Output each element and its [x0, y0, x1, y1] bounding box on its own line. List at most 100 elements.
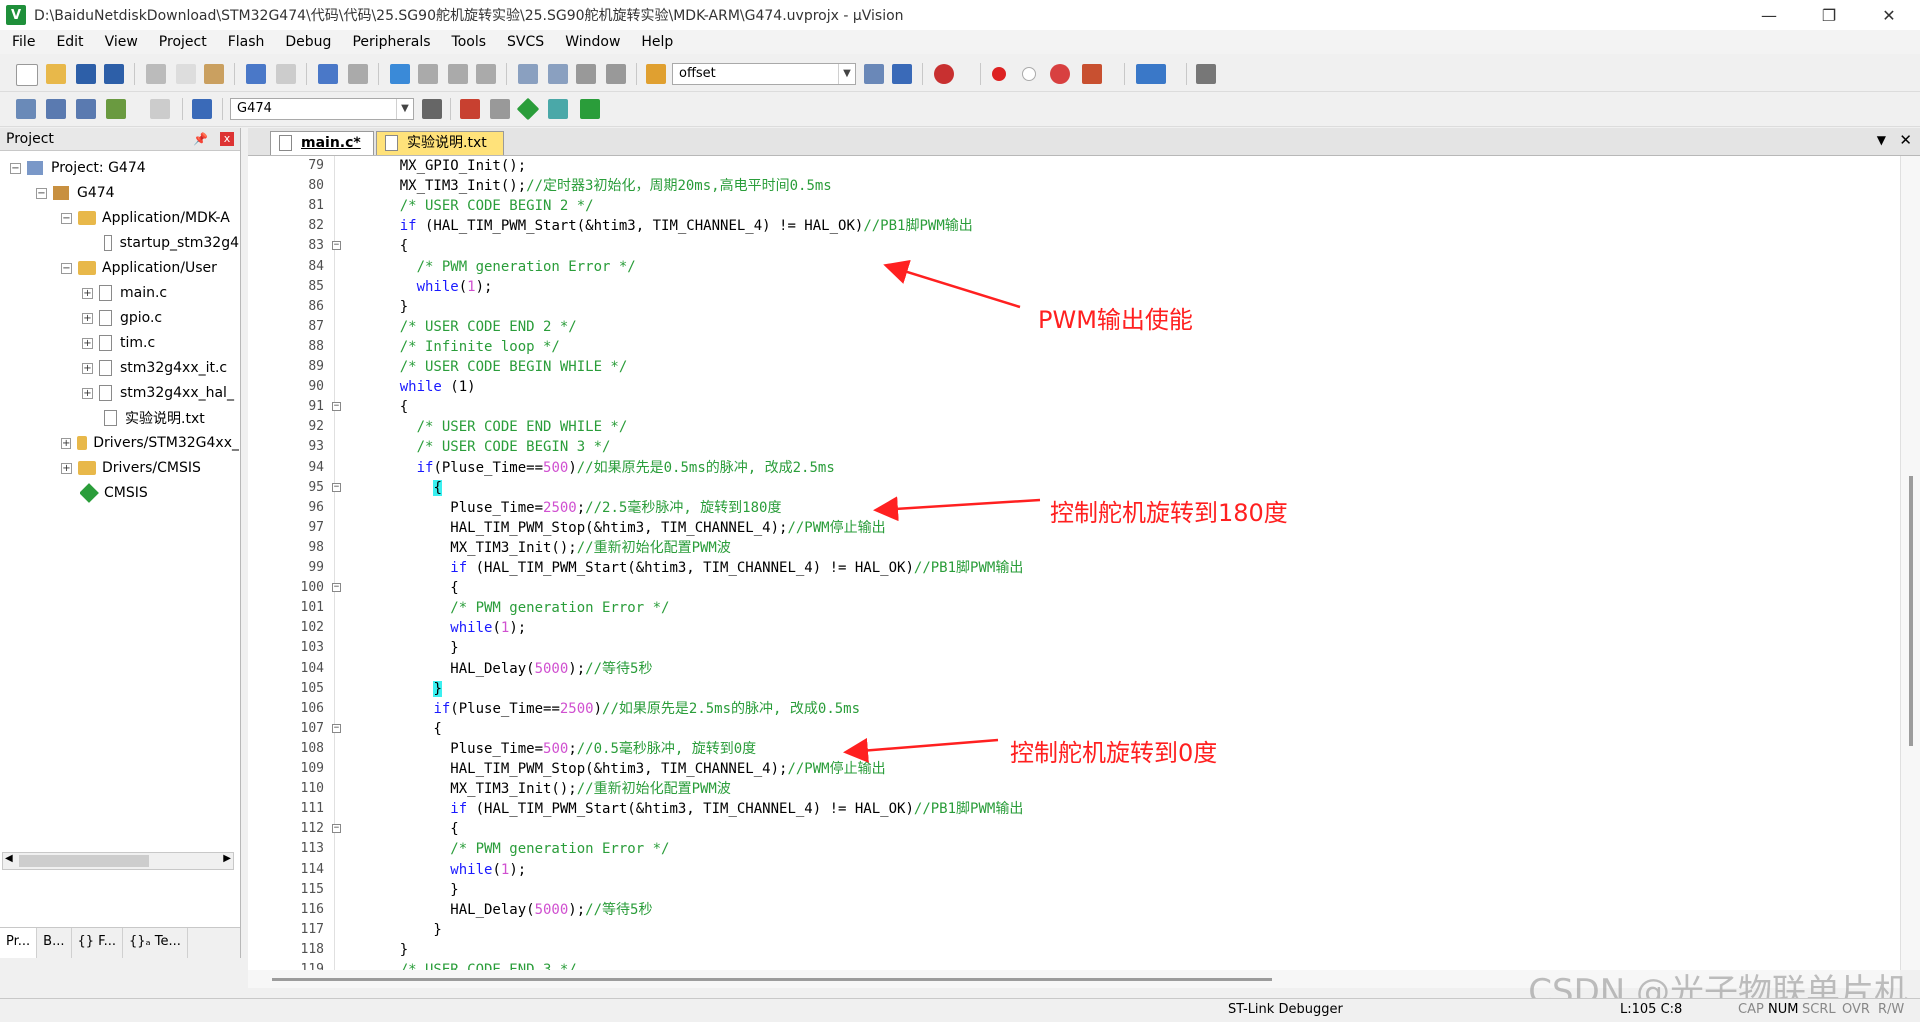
kill-all-breakpoints-icon[interactable] — [1082, 64, 1102, 84]
code-line[interactable]: 106 if(Pluse_Time==2500)//如果原先是2.5ms的脉冲,… — [248, 699, 1908, 719]
find-combo[interactable]: offset ▼ — [672, 63, 856, 85]
incremental-find-icon[interactable] — [892, 64, 912, 84]
tree-item-file[interactable]: + stm32g4xx_it.c — [82, 356, 227, 380]
code-line[interactable]: 79 MX_GPIO_Init(); — [248, 156, 1908, 176]
minimize-button[interactable]: — — [1740, 0, 1798, 30]
batch-build-icon[interactable] — [106, 99, 126, 119]
tree-item-file[interactable]: startup_stm32g4 — [104, 231, 239, 255]
paste-icon[interactable] — [204, 64, 224, 84]
find-in-files-icon[interactable] — [646, 64, 666, 84]
menu-edit[interactable]: Edit — [44, 34, 92, 50]
menu-peripherals[interactable]: Peripherals — [340, 34, 439, 50]
find-icon[interactable] — [864, 64, 884, 84]
fold-toggle-icon[interactable]: − — [332, 824, 341, 834]
open-file-icon[interactable] — [46, 64, 66, 84]
tree-item-file[interactable]: + tim.c — [82, 331, 155, 355]
expand-icon[interactable]: + — [61, 462, 72, 474]
tree-item-group[interactable]: + Drivers/STM32G4xx_ — [61, 431, 239, 455]
menu-flash[interactable]: Flash — [216, 34, 274, 50]
target-options-icon[interactable] — [422, 99, 442, 119]
next-bookmark-icon[interactable] — [448, 64, 468, 84]
expand-icon[interactable]: + — [61, 437, 72, 449]
code-line[interactable]: 101 /* PWM generation Error */ — [248, 598, 1908, 618]
fold-toggle-icon[interactable]: − — [332, 583, 341, 593]
tab-list-icon[interactable]: ▼ — [1877, 133, 1886, 147]
tree-item-group[interactable]: − Application/MDK-A — [61, 206, 239, 230]
menu-window[interactable]: Window — [553, 34, 629, 50]
tree-item-file[interactable]: + main.c — [82, 281, 167, 305]
scrollbar-thumb[interactable] — [272, 978, 1272, 981]
code-line[interactable]: 99 if (HAL_TIM_PWM_Start(&htim3, TIM_CHA… — [248, 558, 1908, 578]
close-icon[interactable]: ✕ — [1899, 131, 1912, 149]
tree-item-file[interactable]: + gpio.c — [82, 306, 162, 330]
expand-icon[interactable]: + — [82, 337, 93, 349]
uncomment-icon[interactable] — [606, 64, 626, 84]
code-line[interactable]: 89 /* USER CODE BEGIN WHILE */ — [248, 357, 1908, 377]
code-line[interactable]: 112− { — [248, 819, 1908, 839]
tree-item-target[interactable]: − G474 — [36, 181, 115, 205]
window-layout-icon[interactable] — [1136, 64, 1166, 84]
download-icon[interactable] — [192, 99, 212, 119]
menu-file[interactable]: File — [0, 34, 44, 50]
code-line[interactable]: 102 while(1); — [248, 618, 1908, 638]
indent-icon[interactable] — [518, 64, 538, 84]
prev-bookmark-icon[interactable] — [418, 64, 438, 84]
code-line[interactable]: 83− { — [248, 236, 1908, 256]
menu-debug[interactable]: Debug — [273, 34, 340, 50]
manage-components-icon[interactable] — [460, 99, 480, 119]
collapse-icon[interactable]: − — [61, 212, 72, 224]
bookmark-icon[interactable] — [390, 64, 410, 84]
unindent-icon[interactable] — [548, 64, 568, 84]
code-line[interactable]: 114 while(1); — [248, 860, 1908, 880]
file-extensions-icon[interactable] — [490, 99, 510, 119]
stop-build-icon[interactable] — [150, 99, 170, 119]
expand-icon[interactable]: + — [82, 287, 93, 299]
code-line[interactable]: 104 HAL_Delay(5000);//等待5秒 — [248, 659, 1908, 679]
redo-icon[interactable] — [276, 64, 296, 84]
pack-installer-icon[interactable] — [580, 99, 600, 119]
close-window-button[interactable]: ✕ — [1860, 0, 1918, 30]
fold-toggle-icon[interactable]: − — [332, 723, 341, 733]
code-line[interactable]: 80 MX_TIM3_Init();//定时器3初始化，周期20ms,高电平时间… — [248, 176, 1908, 196]
code-line[interactable]: 81 /* USER CODE BEGIN 2 */ — [248, 196, 1908, 216]
chevron-down-icon[interactable]: ▼ — [396, 99, 413, 119]
pin-icon[interactable]: 📌 — [193, 128, 208, 150]
maximize-button[interactable]: ❐ — [1800, 0, 1858, 30]
tree-item-project[interactable]: − Project: G474 — [10, 156, 146, 180]
project-horizontal-scrollbar[interactable]: ◀ ▶ — [2, 852, 234, 870]
expand-icon[interactable]: + — [82, 387, 93, 399]
tab-main-c[interactable]: main.c* — [270, 131, 374, 155]
chevron-down-icon[interactable]: ▼ — [838, 64, 855, 84]
select-software-packs-icon[interactable] — [548, 99, 568, 119]
tree-item-file[interactable]: 实验说明.txt — [104, 406, 205, 430]
fold-toggle-icon[interactable]: − — [332, 241, 341, 251]
menu-help[interactable]: Help — [629, 34, 682, 50]
tree-item-group[interactable]: − Application/User — [61, 256, 217, 280]
navigate-forward-icon[interactable] — [348, 64, 368, 84]
expand-icon[interactable]: + — [82, 312, 93, 324]
cut-icon[interactable] — [146, 64, 166, 84]
code-line[interactable]: 103 } — [248, 638, 1908, 658]
tree-item-file[interactable]: + stm32g4xx_hal_ — [82, 381, 239, 405]
menu-view[interactable]: View — [93, 34, 147, 50]
code-line[interactable]: 84 /* PWM generation Error */ — [248, 257, 1908, 277]
navigate-back-icon[interactable] — [318, 64, 338, 84]
build-icon[interactable] — [46, 99, 66, 119]
rebuild-icon[interactable] — [76, 99, 96, 119]
tab-templates[interactable]: {}ₐ Te... — [123, 928, 188, 958]
code-line[interactable]: 98 MX_TIM3_Init();//重新初始化配置PWM波 — [248, 538, 1908, 558]
copy-icon[interactable] — [176, 64, 196, 84]
tree-item-component[interactable]: CMSIS — [80, 481, 148, 505]
collapse-icon[interactable]: − — [61, 262, 72, 274]
code-line[interactable]: 116 HAL_Delay(5000);//等待5秒 — [248, 900, 1908, 920]
debug-session-icon[interactable] — [934, 64, 954, 84]
code-line[interactable]: 85 while(1); — [248, 277, 1908, 297]
tab-functions[interactable]: {} F... — [72, 928, 123, 958]
clear-bookmarks-icon[interactable] — [476, 64, 496, 84]
code-line[interactable]: 113 /* PWM generation Error */ — [248, 839, 1908, 859]
breakpoint-icon[interactable] — [992, 67, 1006, 81]
fold-toggle-icon[interactable]: − — [332, 482, 341, 492]
menu-svcs[interactable]: SVCS — [495, 34, 553, 50]
manage-run-time-environment-icon[interactable] — [516, 97, 540, 121]
code-line[interactable]: 105 } — [248, 679, 1908, 699]
